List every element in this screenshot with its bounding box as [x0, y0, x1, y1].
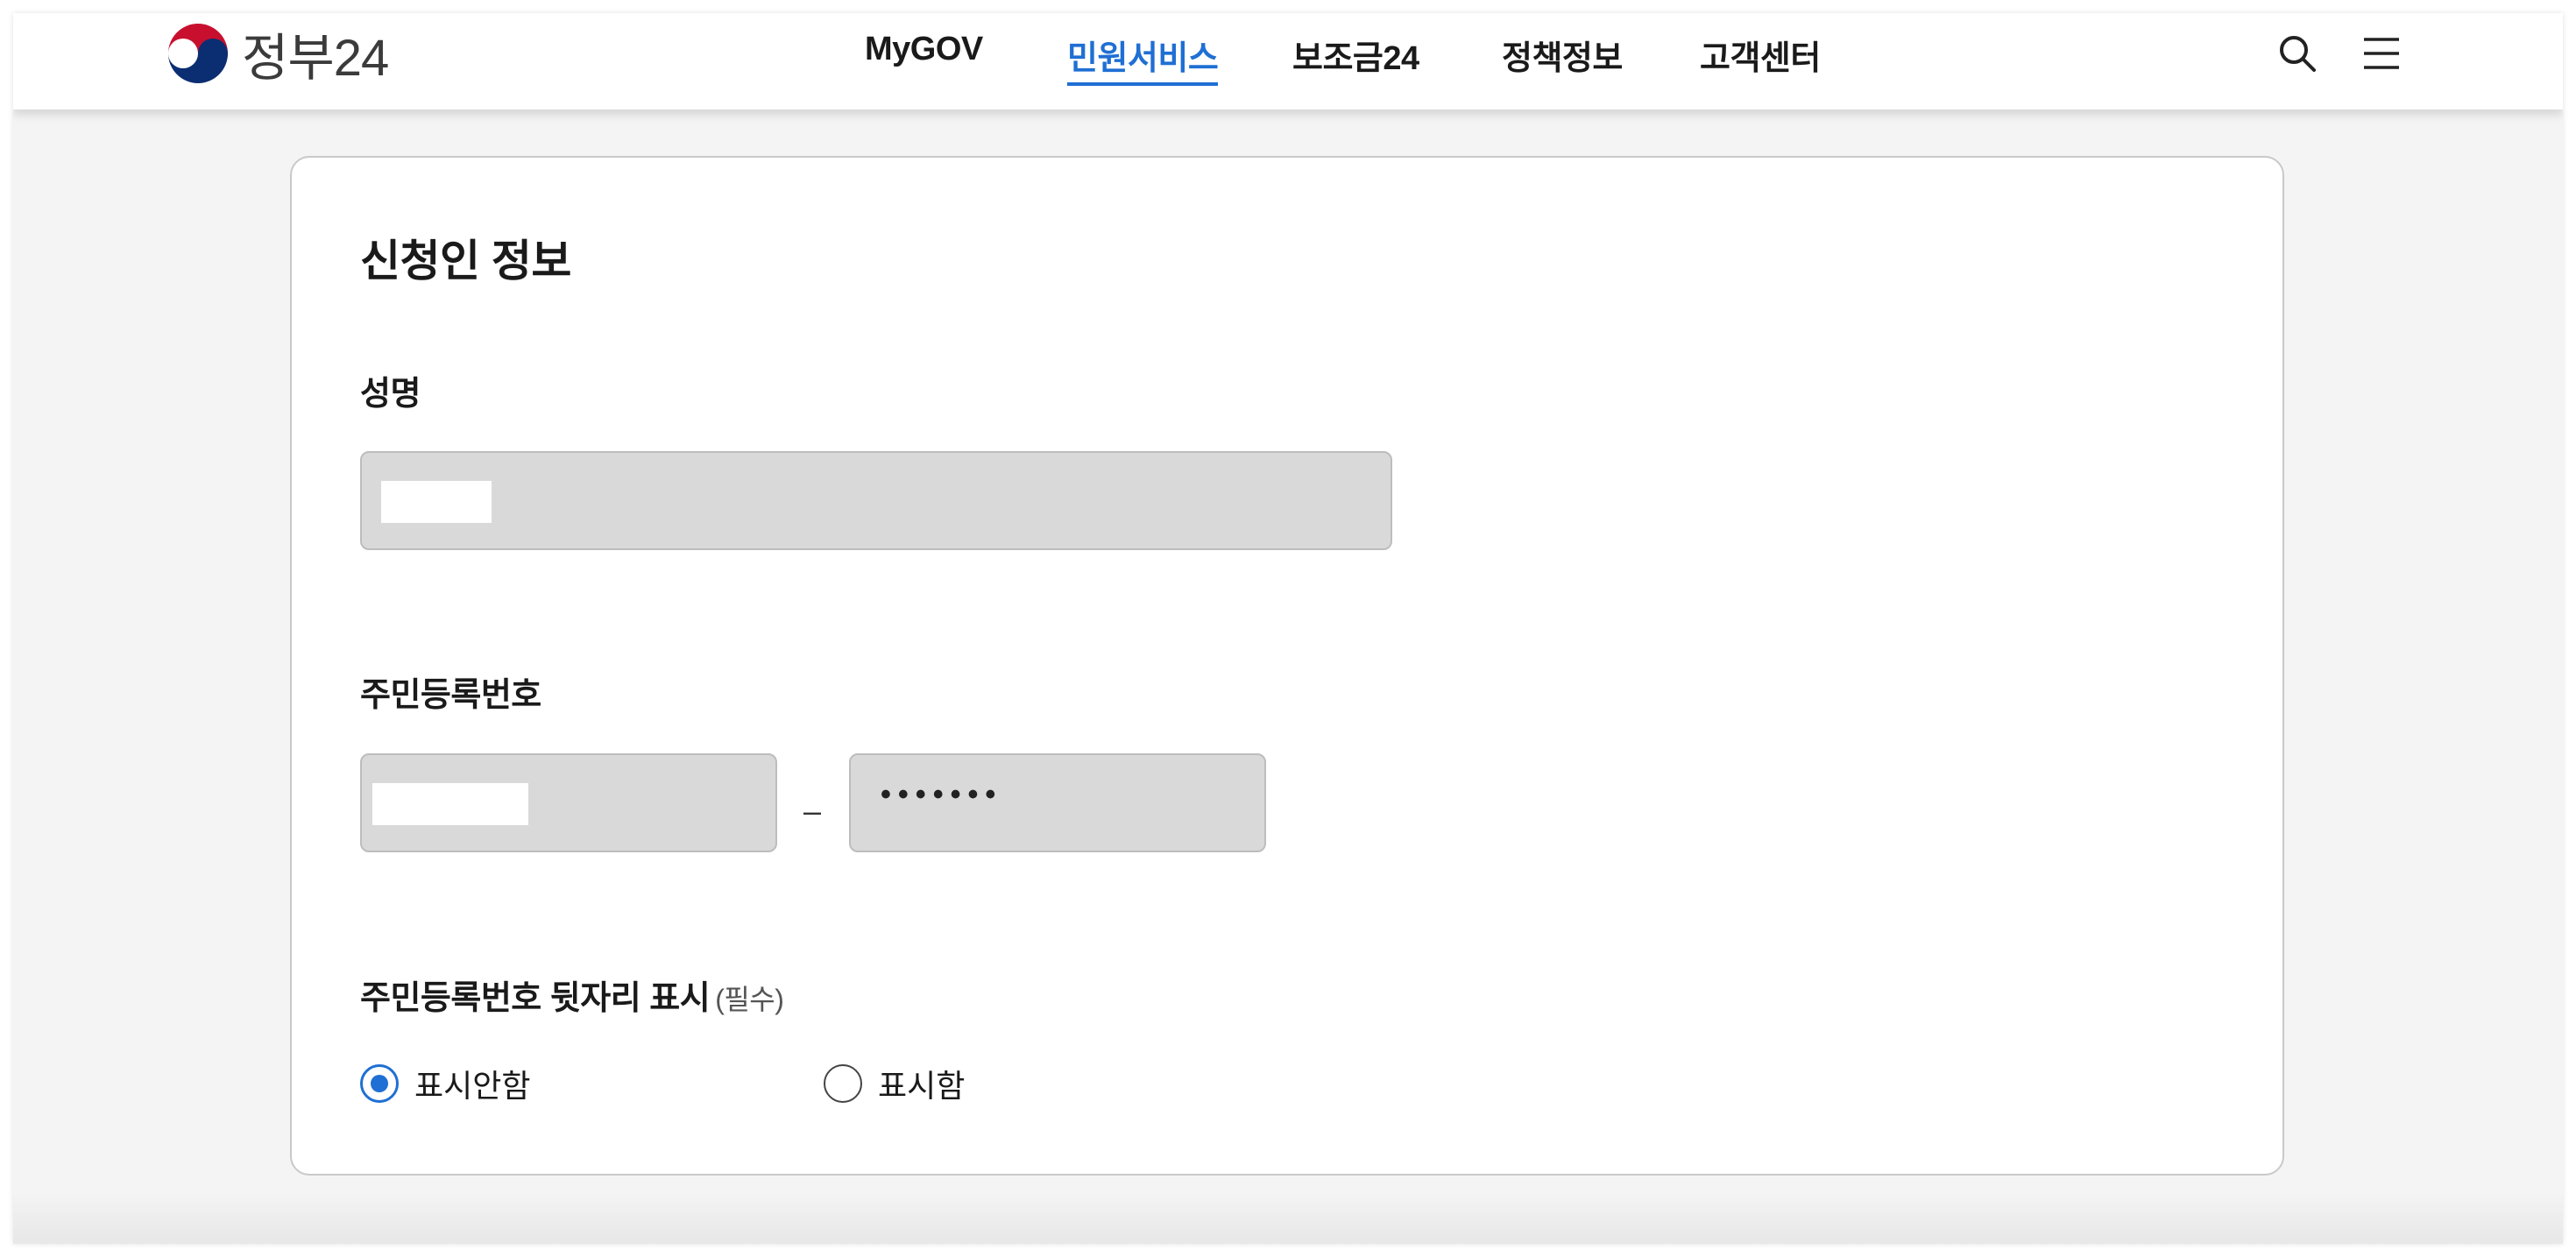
nav-item-civil-service[interactable]: 민원서비스: [1067, 31, 1219, 86]
redacted-value: [372, 783, 528, 825]
nav-item-customer-center[interactable]: 고객센터: [1700, 31, 1821, 79]
main-nav: MyGOV 민원서비스 보조금24 정책정보 고객센터: [13, 13, 2563, 86]
rrn-back-field[interactable]: •••••••: [849, 753, 1266, 852]
masked-value: •••••••: [881, 778, 1003, 811]
menu-icon[interactable]: [2360, 32, 2403, 74]
radio-button[interactable]: [824, 1064, 862, 1103]
nav-item-subsidy[interactable]: 보조금24: [1292, 31, 1419, 79]
nav-item-policy-info[interactable]: 정책정보: [1502, 31, 1623, 79]
rrn-separator: –: [803, 793, 822, 829]
radio-show[interactable]: 표시함: [824, 1060, 965, 1107]
section-title: 신청인 정보: [360, 237, 571, 286]
browser-viewport: 정부24 MyGOV 민원서비스 보조금24 정책정보 고객센터 신청인 정보 …: [13, 13, 2563, 1244]
name-field[interactable]: [360, 451, 1392, 550]
radio-hide[interactable]: 표시안함: [360, 1060, 530, 1107]
bottom-shadow: [13, 1191, 2563, 1244]
radio-label: 표시함: [878, 1068, 966, 1104]
rrn-display-label: 주민등록번호 뒷자리 표시 (필수): [360, 971, 784, 1019]
radio-label: 표시안함: [414, 1068, 531, 1104]
radio-button-checked[interactable]: [360, 1064, 399, 1103]
search-icon[interactable]: [2276, 32, 2318, 74]
rrn-label: 주민등록번호: [360, 677, 541, 714]
redacted-value: [381, 481, 492, 523]
rrn-front-field[interactable]: [360, 753, 777, 852]
applicant-info-card: 신청인 정보 성명 주민등록번호 – ••••••• 주민등록번호 뒷자리 표시…: [290, 156, 2284, 1176]
site-header: 정부24 MyGOV 민원서비스 보조금24 정책정보 고객센터: [13, 13, 2563, 109]
required-note: (필수): [715, 984, 784, 1015]
nav-item-mygov[interactable]: MyGOV: [865, 31, 983, 68]
name-label: 성명: [360, 376, 421, 413]
rrn-display-label-text: 주민등록번호 뒷자리 표시: [360, 980, 711, 1017]
